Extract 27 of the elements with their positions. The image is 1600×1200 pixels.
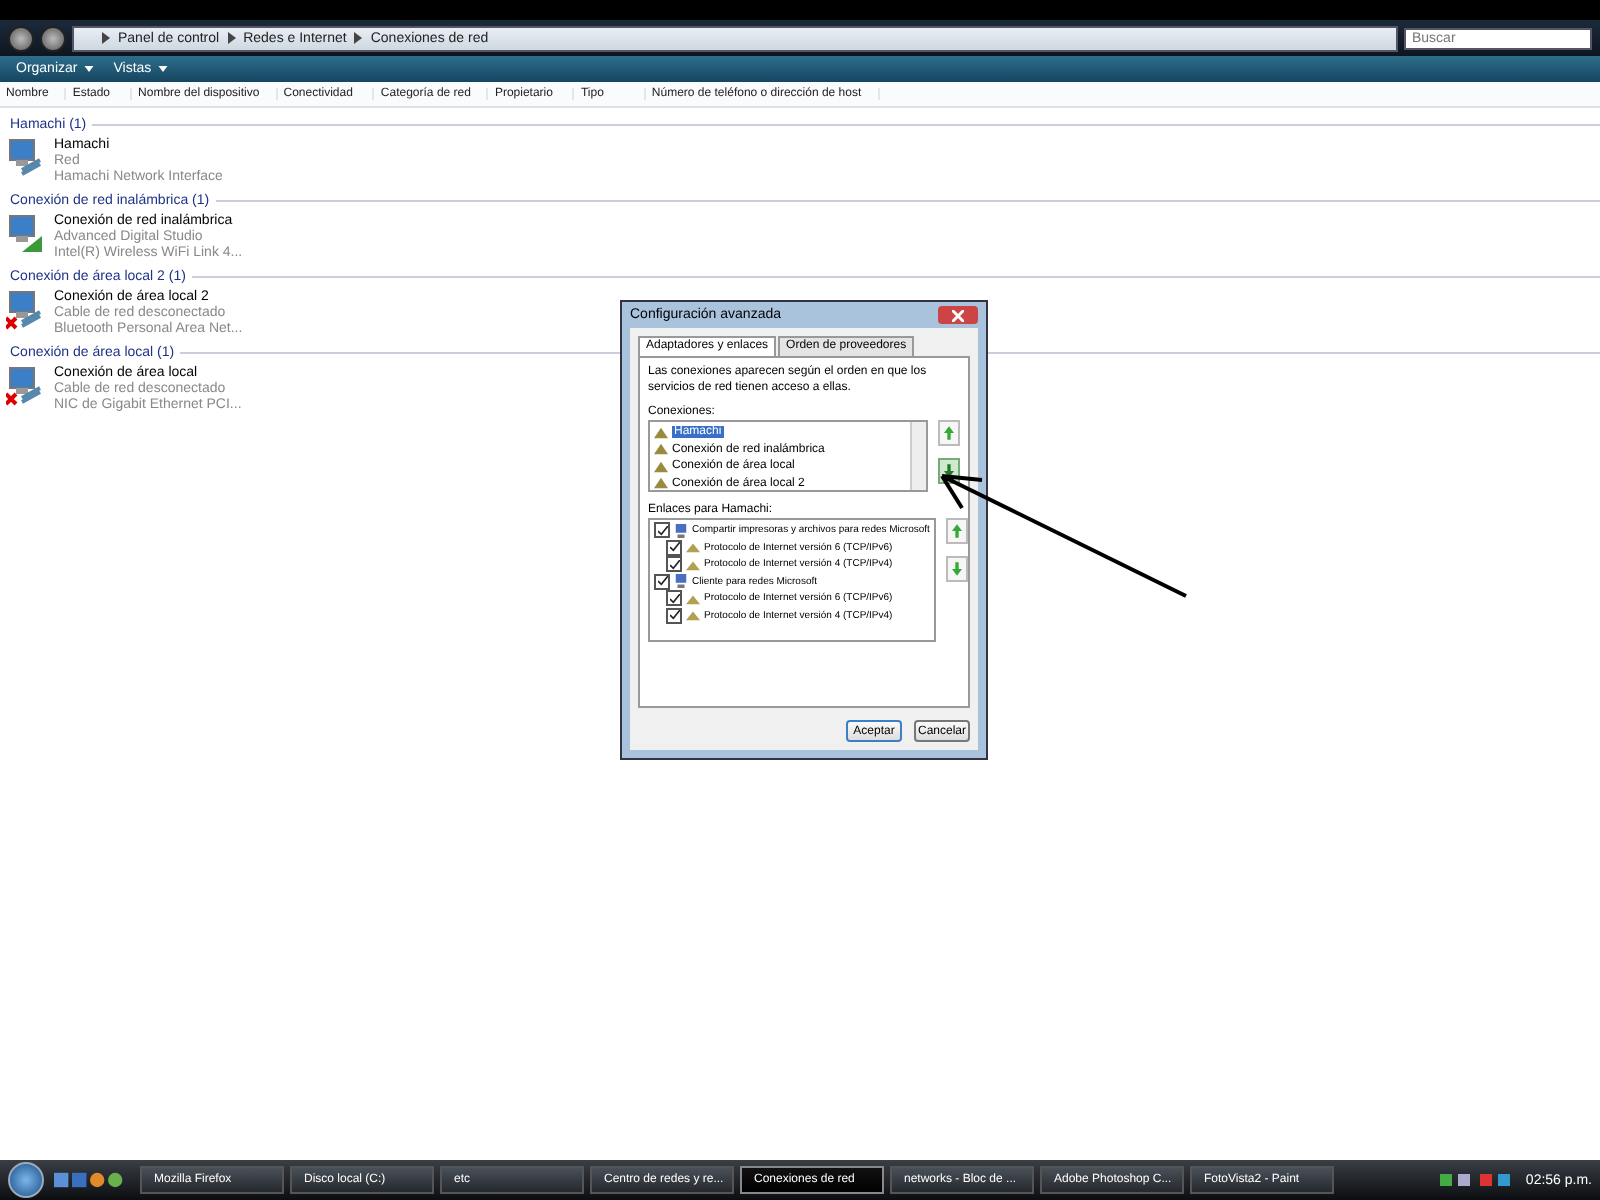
computer-icon (674, 574, 688, 589)
arrow-down-icon (944, 464, 954, 478)
checkbox[interactable] (666, 607, 682, 624)
arrow-down-icon (951, 562, 962, 576)
checkbox[interactable] (654, 573, 670, 590)
move-up-button[interactable] (938, 420, 960, 446)
move-up-button[interactable] (945, 518, 968, 544)
chevron-icon (354, 32, 363, 44)
caret-icon (83, 66, 94, 72)
checkbox[interactable] (654, 522, 670, 539)
start-button[interactable] (8, 1162, 44, 1198)
back-button[interactable] (8, 25, 34, 51)
arrow-up-icon (944, 426, 954, 440)
computer-icon (674, 523, 688, 538)
chevron-icon (102, 32, 110, 44)
close-icon (952, 309, 964, 321)
forward-button[interactable] (40, 25, 66, 51)
caret-icon (157, 66, 168, 72)
bindings-list[interactable] (648, 518, 936, 642)
arrow-up-icon (951, 524, 962, 538)
checkbox[interactable] (666, 590, 682, 607)
chevron-icon (227, 32, 236, 44)
checkbox[interactable] (666, 539, 682, 556)
scrollbar[interactable] (910, 422, 926, 490)
close-button[interactable] (938, 306, 978, 324)
quick-launch-icons-drawing[interactable] (54, 1170, 126, 1190)
checkbox[interactable] (666, 556, 682, 573)
